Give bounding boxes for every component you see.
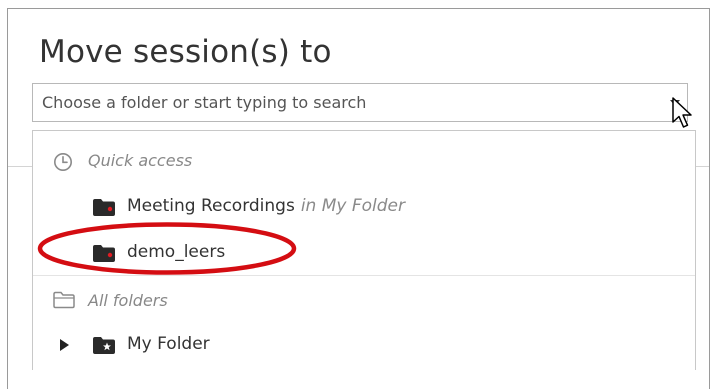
folder-icon — [93, 245, 115, 262]
triangle-right-icon[interactable] — [60, 339, 69, 351]
quick-access-header: Quick access — [33, 143, 695, 177]
all-folders-header: All folders — [33, 283, 695, 317]
clock-icon — [54, 153, 72, 171]
folder-name: demo_leers — [127, 242, 226, 262]
folder-tree-item-my-folder[interactable]: My Folder — [33, 327, 695, 371]
folder-option-demo-leers[interactable]: demo_leers — [33, 231, 695, 275]
folder-option-meeting-recordings[interactable]: Meeting Recordings in My Folder — [33, 185, 695, 229]
folder-outline-icon — [53, 291, 75, 309]
folder-search-input[interactable] — [33, 84, 653, 121]
folder-name: My Folder — [127, 334, 210, 354]
quick-access-label: Quick access — [88, 151, 193, 170]
section-divider — [33, 275, 695, 276]
folder-combobox[interactable] — [32, 83, 688, 122]
folder-dropdown: Quick access Meeting Recordings in My Fol… — [32, 130, 696, 370]
folder-location: in My Folder — [300, 196, 406, 216]
folder-option-label: Meeting Recordings in My Folder — [127, 196, 405, 216]
folder-name: Meeting Recordings — [127, 196, 295, 216]
mouse-cursor-icon — [672, 97, 692, 128]
all-folders-label: All folders — [88, 291, 168, 310]
folder-star-icon — [93, 337, 115, 354]
folder-icon — [93, 199, 115, 216]
dialog-title: Move session(s) to — [39, 34, 332, 70]
